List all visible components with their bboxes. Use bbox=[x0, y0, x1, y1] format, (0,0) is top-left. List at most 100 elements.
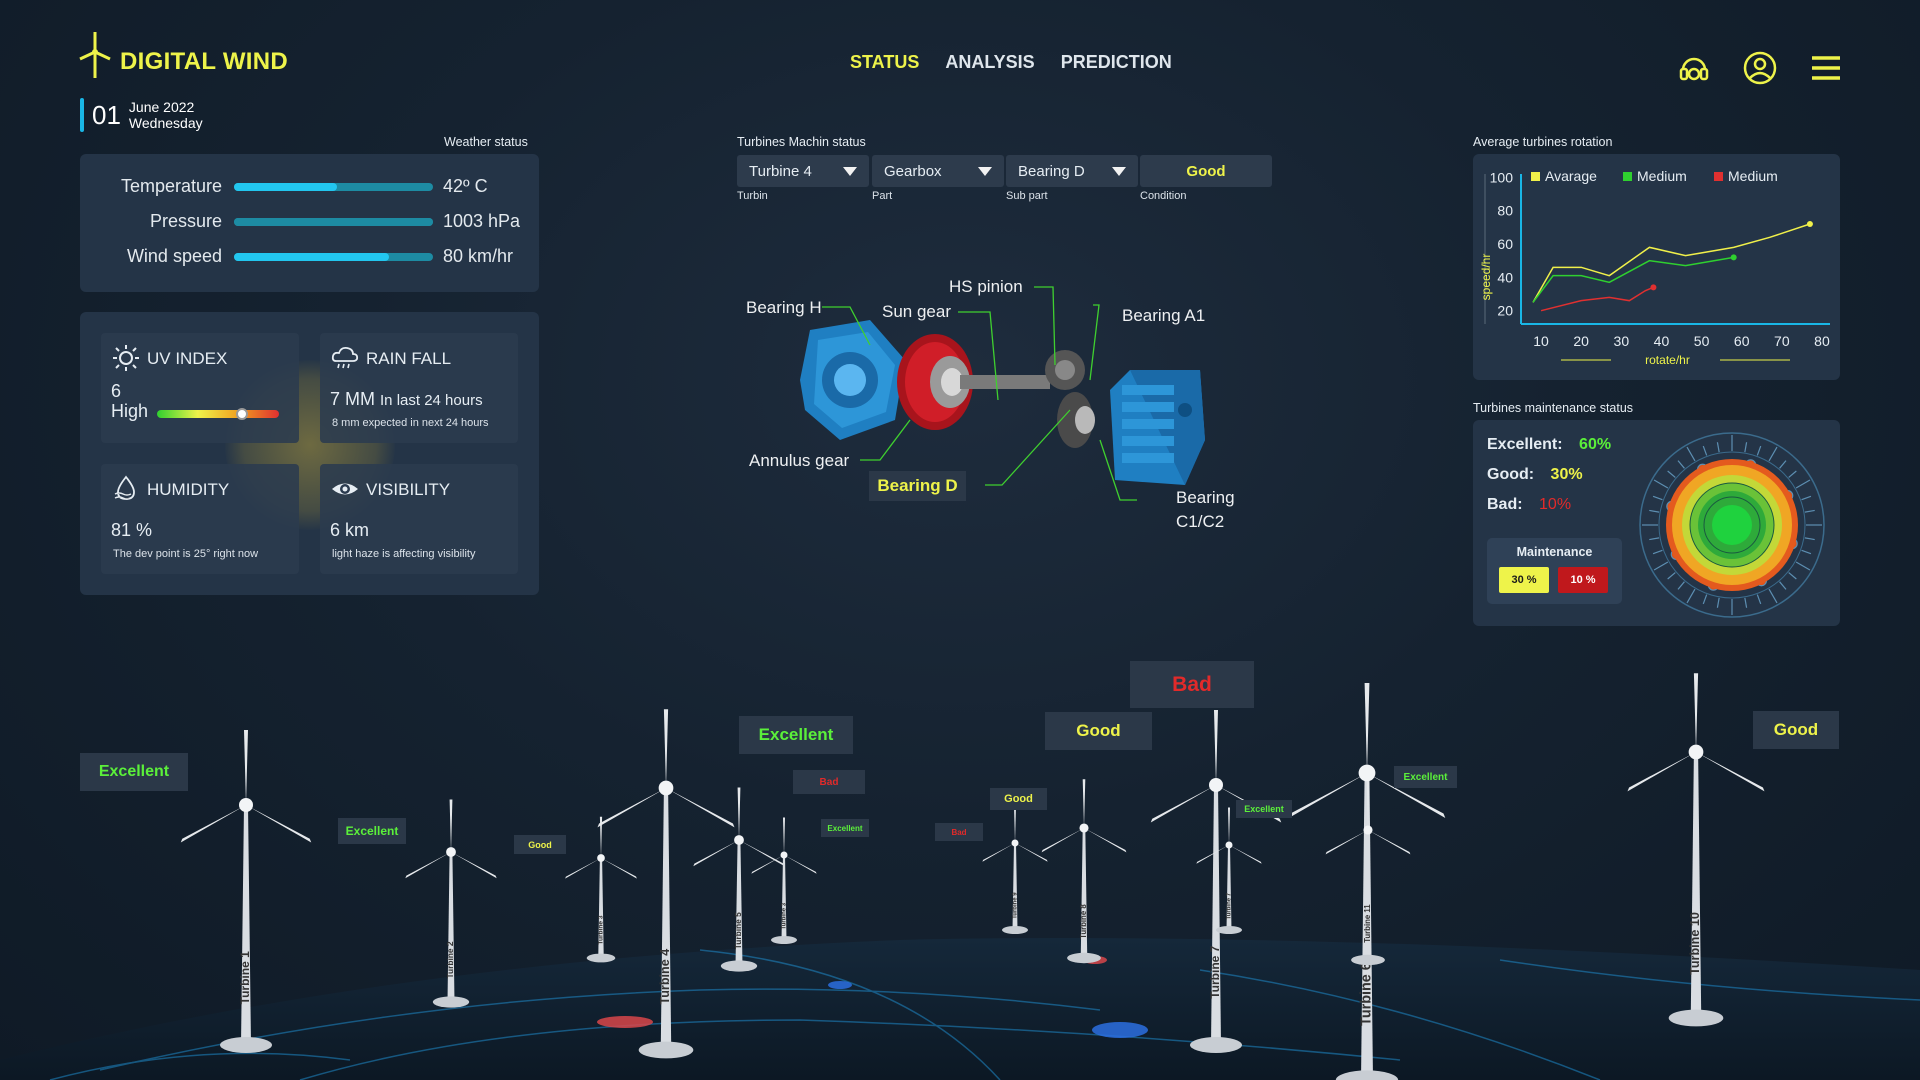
turbine-select-value: Turbine 4 bbox=[749, 162, 812, 180]
turbine-10-status-tag[interactable]: Good bbox=[1753, 711, 1839, 749]
turbine-9-status-tag[interactable]: Bad bbox=[935, 823, 983, 841]
hamburger-menu-icon[interactable] bbox=[1808, 50, 1844, 86]
visibility-value: 6 km bbox=[330, 520, 370, 540]
maintenance-bad-pill: 10 % bbox=[1558, 567, 1608, 593]
turbine-1-status-tag[interactable]: Excellent bbox=[80, 753, 188, 791]
turbine-label: Turbine 6 bbox=[1359, 962, 1375, 1026]
turbine-shape bbox=[1627, 752, 1696, 792]
humidity-note: The dev point is 25° right now bbox=[113, 548, 259, 560]
turbine-8-status-tag[interactable]: Good bbox=[990, 788, 1047, 810]
part-select[interactable]: Gearbox bbox=[872, 155, 1004, 187]
maintenance-summary-box: Maintenance 30 % 10 % bbox=[1487, 538, 1622, 604]
nav-status[interactable]: STATUS bbox=[850, 52, 919, 73]
gauge-tick bbox=[1801, 549, 1812, 555]
turbine-7-status-tag[interactable]: Good bbox=[1045, 712, 1152, 750]
wind-turbine[interactable]: Turbine 3 bbox=[751, 817, 817, 945]
turbine-label: Turbine 1 bbox=[238, 951, 252, 1004]
gauge-tick bbox=[1804, 537, 1815, 541]
maintenance-good-pill: 30 % bbox=[1499, 567, 1549, 593]
turbine-shape bbox=[451, 852, 497, 879]
turbine-shape bbox=[1325, 830, 1368, 855]
pressure-bar bbox=[234, 217, 433, 226]
turbine-select[interactable]: Turbine 4 bbox=[737, 155, 869, 187]
wind-turbine[interactable]: Turbine 5 bbox=[693, 787, 785, 972]
turbine-3-status-tag[interactable]: Good bbox=[514, 835, 566, 854]
turbine-shape bbox=[1082, 779, 1086, 828]
maintenance-row-good: Good: 30% bbox=[1487, 466, 1583, 484]
x-tick-label: 20 bbox=[1573, 333, 1589, 349]
date-display: 01 June 2022 Wednesday bbox=[80, 98, 203, 132]
part-label-sun-gear: Sun gear bbox=[882, 302, 951, 321]
rotation-chart-title: Average turbines rotation bbox=[1473, 135, 1613, 149]
turbine-shape bbox=[405, 852, 451, 879]
series-end-point-0 bbox=[1806, 221, 1813, 227]
turbine-6-status-tag[interactable]: Bad bbox=[1130, 661, 1254, 708]
wind-turbine[interactable]: Turbine 3 bbox=[565, 816, 637, 963]
turbine-7b-status-tag[interactable]: Excellent bbox=[1236, 800, 1292, 818]
wind-turbine[interactable]: Turbine 11 bbox=[1325, 781, 1411, 966]
turbine-shape bbox=[751, 855, 784, 874]
date-accent-bar bbox=[80, 98, 84, 132]
x-tick-label: 40 bbox=[1654, 333, 1670, 349]
part-label-bearing-d[interactable]: Bearing D bbox=[869, 471, 966, 501]
wind-turbine[interactable]: Turbine 9 bbox=[982, 805, 1048, 935]
turbine-shape bbox=[1688, 744, 1704, 760]
gauge-tick bbox=[1768, 446, 1778, 462]
turbine-label: Turbine 7 bbox=[1208, 945, 1222, 998]
turbine-shape bbox=[783, 817, 785, 855]
turbine-shape bbox=[432, 996, 470, 1008]
uv-index-level: High bbox=[111, 401, 149, 421]
turbine-shape bbox=[1209, 778, 1223, 792]
turbine-shape bbox=[784, 855, 817, 874]
support-headset-icon[interactable] bbox=[1676, 50, 1712, 86]
gauge-tick bbox=[1744, 442, 1748, 453]
turbine-5-status-tag[interactable]: Bad bbox=[793, 770, 865, 794]
wind-turbine[interactable]: Turbine 8 bbox=[1041, 779, 1127, 964]
turbine-label: Turbine 5 bbox=[733, 912, 743, 949]
condition-value: Good bbox=[1186, 162, 1226, 180]
turbine-shape bbox=[1690, 752, 1702, 1018]
turbine-shape bbox=[658, 780, 674, 796]
turbine-shape bbox=[1358, 764, 1376, 782]
humidity-icon bbox=[114, 475, 135, 500]
visibility-title: VISIBILITY bbox=[366, 480, 451, 499]
turbine-shape bbox=[1229, 845, 1262, 864]
turbine-shape bbox=[663, 709, 669, 788]
rain-fall-note: 8 mm expected in next 24 hours bbox=[332, 417, 489, 429]
nav-analysis[interactable]: ANALYSIS bbox=[945, 52, 1034, 73]
turbine-2-status-tag[interactable]: Excellent bbox=[338, 818, 406, 844]
eye-icon bbox=[332, 483, 358, 495]
y-tick-label: 20 bbox=[1497, 303, 1513, 319]
turbine-4-status-tag[interactable]: Excellent bbox=[739, 716, 853, 754]
chevron-down-icon bbox=[1112, 167, 1126, 176]
turbine-shape bbox=[666, 788, 735, 828]
x-tick-label: 80 bbox=[1814, 333, 1830, 349]
uv-index-card: UV INDEX 6 High bbox=[101, 333, 299, 443]
rain-fall-value: 7 MM In last 24 hours bbox=[330, 389, 483, 410]
bearing-c1-c2-part bbox=[1110, 370, 1205, 485]
wind-farm-scene: Turbine 1 Turbine 2 Turbine 3 Turbine 4 Turb… bbox=[0, 673, 1920, 1080]
weather-row-wind-speed: Wind speed 80 km/hr bbox=[102, 246, 513, 267]
nav-prediction[interactable]: PREDICTION bbox=[1061, 52, 1172, 73]
part-label-annulus-gear: Annulus gear bbox=[749, 451, 850, 470]
turbine-shape bbox=[1015, 843, 1048, 862]
turbine-3b-status-tag[interactable]: Excellent bbox=[821, 819, 869, 837]
bearing-h-part bbox=[800, 320, 905, 440]
turbine-shape bbox=[1363, 825, 1373, 835]
condition-label: Condition bbox=[1140, 190, 1187, 202]
x-tick-label: 10 bbox=[1533, 333, 1549, 349]
weather-value: 1003 hPa bbox=[443, 211, 521, 231]
turbine-11-status-tag[interactable]: Excellent bbox=[1394, 766, 1457, 788]
turbine-shape bbox=[1079, 823, 1089, 833]
series-end-point-2 bbox=[1650, 284, 1657, 291]
series-line-1 bbox=[1532, 256, 1734, 303]
turbine-shape bbox=[1228, 807, 1230, 845]
wind-speed-bar-fill bbox=[234, 252, 390, 261]
gauge-tick bbox=[1667, 572, 1676, 580]
subpart-select[interactable]: Bearing D bbox=[1006, 155, 1138, 187]
user-profile-icon[interactable] bbox=[1742, 50, 1778, 86]
wind-turbine[interactable]: Turbine 7 bbox=[1196, 807, 1262, 935]
wind-speed-bar bbox=[234, 252, 433, 261]
part-label-bearing-h: Bearing H bbox=[746, 298, 822, 317]
series-end-point-1 bbox=[1730, 254, 1737, 261]
